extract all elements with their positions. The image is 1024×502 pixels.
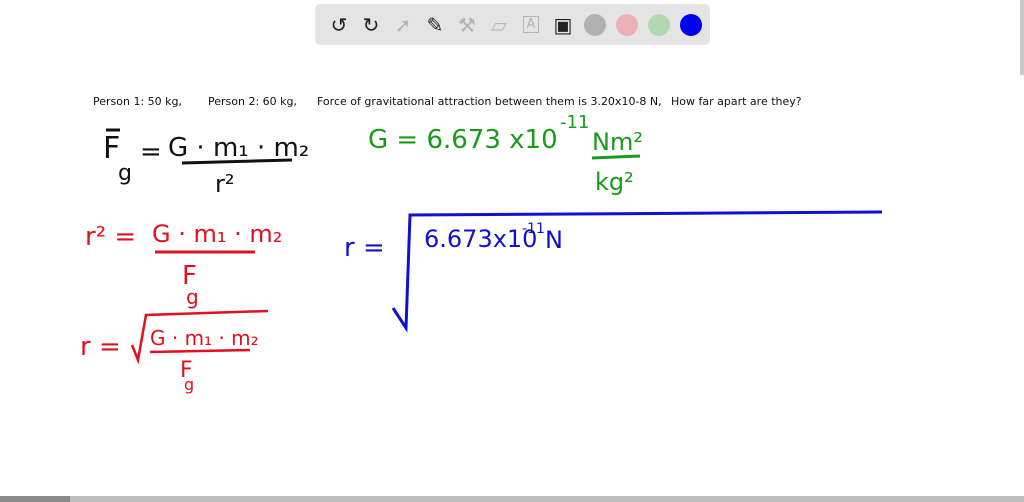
g-exponent: -11 — [560, 112, 589, 133]
black-formula: F g = G · m₁ · m₂ r² — [103, 128, 309, 198]
blue-value: 6.673x10 — [424, 225, 537, 253]
r-lhs: r = — [80, 332, 121, 362]
scrollbar-thumb[interactable] — [0, 496, 70, 502]
vertical-scrollbar[interactable] — [1020, 0, 1024, 75]
numerator: G · m₁ · m₂ — [168, 133, 309, 163]
whiteboard-canvas[interactable]: F g = G · m₁ · m₂ r² G = 6.673 x10 -11 N… — [0, 0, 1024, 502]
r2-numerator: G · m₁ · m₂ — [152, 220, 282, 248]
r2-lhs: r² = — [85, 222, 136, 252]
blue-exponent: -11 — [522, 221, 545, 237]
r2-den-sub: g — [186, 285, 199, 309]
svg-text:=: = — [140, 137, 162, 167]
green-constant: G = 6.673 x10 -11 Nm² kg² — [368, 112, 643, 196]
unit-numerator: Nm² — [592, 128, 643, 156]
red-r-squared: r² = G · m₁ · m₂ F g — [85, 220, 282, 309]
lhs-sub: g — [118, 161, 132, 186]
blue-lhs: r = — [344, 233, 385, 263]
blue-r: r = 6.673x10 -11 N — [344, 210, 883, 333]
denominator: r² — [215, 170, 235, 198]
horizontal-scrollbar[interactable] — [0, 496, 1024, 502]
blue-unit: N — [545, 226, 563, 254]
r-den-sub: g — [184, 375, 194, 394]
red-r: r = G · m₁ · m₂ F g — [80, 309, 269, 394]
g-value: G = 6.673 x10 — [368, 125, 558, 155]
unit-denominator: kg² — [595, 168, 634, 196]
r-numerator: G · m₁ · m₂ — [150, 326, 259, 350]
